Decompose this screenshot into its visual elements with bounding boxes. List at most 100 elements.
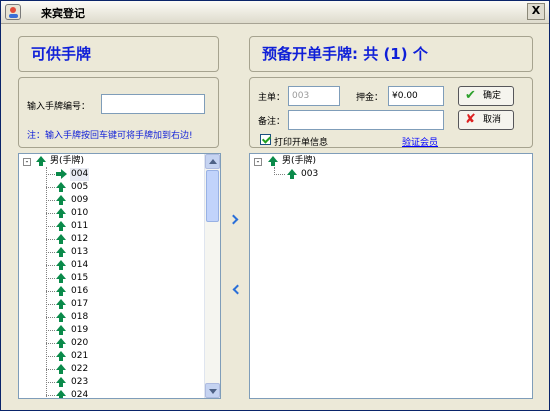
move-right-button[interactable] <box>230 214 242 228</box>
tag-input-note: 注：输入手牌按回车键可将手牌加到右边! <box>27 131 193 141</box>
selected-tags-title: 预备开单手牌: 共 (1) 个 <box>262 45 428 63</box>
tree-guide-line <box>46 330 55 331</box>
tree-guide-line <box>46 343 55 344</box>
tree-item[interactable]: 019 <box>70 324 89 337</box>
tree-guide-line <box>274 174 285 175</box>
tag-icon <box>56 312 66 323</box>
tree-guide-line <box>46 278 55 279</box>
title-bar: 来宾登记 X <box>1 1 549 24</box>
app-icon <box>5 4 21 20</box>
tag-icon <box>56 208 66 219</box>
print-order-label: 打印开单信息 <box>274 138 329 148</box>
tag-icon <box>56 299 66 310</box>
tree-guide-line <box>46 395 55 396</box>
window-title: 来宾登记 <box>41 7 85 20</box>
tree-item[interactable]: 012 <box>70 233 89 246</box>
tree-item[interactable]: 016 <box>70 285 89 298</box>
tag-icon <box>287 169 297 180</box>
tag-icon <box>56 325 66 336</box>
cancel-button[interactable]: ✘ 取消 <box>458 110 514 130</box>
tree-guide-line <box>46 167 47 398</box>
tag-icon <box>56 234 66 245</box>
tag-icon <box>56 377 66 388</box>
tag-icon <box>56 364 66 375</box>
tree-guide-line <box>46 291 55 292</box>
deposit-field[interactable]: ¥0.00 <box>388 86 444 106</box>
tree-root-male[interactable]: 男(手牌) <box>282 155 316 168</box>
tag-icon <box>56 195 66 206</box>
order-info-panel: 主单： 003 押金： ¥0.00 备注： 打印开单信息 验证会员 ✔ 确定 ✘… <box>249 77 533 148</box>
tree-guide-line <box>46 265 55 266</box>
tree-item[interactable]: 010 <box>70 207 89 220</box>
remark-label: 备注： <box>258 117 286 127</box>
tree-guide-line <box>46 382 55 383</box>
tag-icon <box>56 351 66 362</box>
tag-icon <box>56 260 66 271</box>
tree-item[interactable]: 018 <box>70 311 89 324</box>
tree-root-male[interactable]: 男(手牌) <box>50 155 84 168</box>
tag-input-panel: 输入手牌编号： 注：输入手牌按回车键可将手牌加到右边! <box>18 77 219 148</box>
tree-item[interactable]: 009 <box>70 194 89 207</box>
tree-item[interactable]: 017 <box>70 298 89 311</box>
tag-number-input[interactable] <box>101 94 205 114</box>
available-tags-tree[interactable]: - 男(手牌) 004 005 009 010 011 012 013 014 015 016 01… <box>18 153 221 399</box>
tree-item[interactable]: 014 <box>70 259 89 272</box>
tree-item[interactable]: 024 <box>70 389 89 398</box>
selected-tags-tree[interactable]: - 男(手牌) 003 <box>249 153 533 399</box>
tag-icon <box>56 182 66 193</box>
deposit-label: 押金： <box>356 93 384 103</box>
tag-icon <box>56 221 66 232</box>
confirm-label: 确定 <box>483 91 502 101</box>
tree-item[interactable]: 020 <box>70 337 89 350</box>
tree-guide-line <box>46 187 55 188</box>
tree-guide-line <box>46 239 55 240</box>
tag-icon <box>56 247 66 258</box>
registration-window: 来宾登记 X 可供手牌 预备开单手牌: 共 (1) 个 输入手牌编号： 注：输入… <box>0 0 550 411</box>
scroll-thumb[interactable] <box>206 170 219 222</box>
move-left-button[interactable] <box>230 284 242 298</box>
available-tags-header: 可供手牌 <box>18 36 219 72</box>
tree-item[interactable]: 022 <box>70 363 89 376</box>
available-tags-title: 可供手牌 <box>31 45 92 63</box>
selected-tags-header: 预备开单手牌: 共 (1) 个 <box>249 36 533 72</box>
tree-guide-line <box>46 252 55 253</box>
tag-number-label: 输入手牌编号： <box>27 102 91 112</box>
tree-scrollbar[interactable] <box>204 154 220 398</box>
collapse-icon[interactable]: - <box>254 158 262 166</box>
male-group-icon <box>36 156 46 167</box>
male-group-icon <box>268 156 278 167</box>
main-order-label: 主单： <box>258 93 286 103</box>
collapse-icon[interactable]: - <box>23 158 31 166</box>
close-button[interactable]: X <box>527 3 545 20</box>
tree-item[interactable]: 015 <box>70 272 89 285</box>
scroll-up-button[interactable] <box>205 154 220 169</box>
tag-icon <box>56 273 66 284</box>
remark-field[interactable] <box>288 110 444 130</box>
tree-item[interactable]: 003 <box>301 168 318 181</box>
tree-guide-line <box>46 174 55 175</box>
cancel-label: 取消 <box>483 115 502 125</box>
tree-guide-line <box>46 304 55 305</box>
tag-icon <box>56 286 66 297</box>
tree-item[interactable]: 005 <box>70 181 89 194</box>
tree-item[interactable]: 023 <box>70 376 89 389</box>
tree-guide-line <box>46 213 55 214</box>
tag-icon <box>56 390 66 398</box>
check-icon: ✔ <box>465 88 476 103</box>
tree-guide-line <box>46 317 55 318</box>
tree-guide-line <box>46 200 55 201</box>
main-order-field[interactable]: 003 <box>288 86 340 106</box>
tree-item[interactable]: 004 <box>70 168 90 181</box>
tree-item[interactable]: 013 <box>70 246 89 259</box>
tree-guide-line <box>46 226 55 227</box>
selected-tag-icon <box>56 169 67 179</box>
tree-item[interactable]: 021 <box>70 350 89 363</box>
confirm-button[interactable]: ✔ 确定 <box>458 86 514 106</box>
verify-member-link[interactable]: 验证会员 <box>402 135 438 148</box>
cross-icon: ✘ <box>465 112 476 127</box>
tree-guide-line <box>46 356 55 357</box>
print-order-checkbox[interactable] <box>260 134 271 145</box>
scroll-down-button[interactable] <box>205 383 220 398</box>
tree-item[interactable]: 011 <box>70 220 89 233</box>
tree-guide-line <box>46 369 55 370</box>
